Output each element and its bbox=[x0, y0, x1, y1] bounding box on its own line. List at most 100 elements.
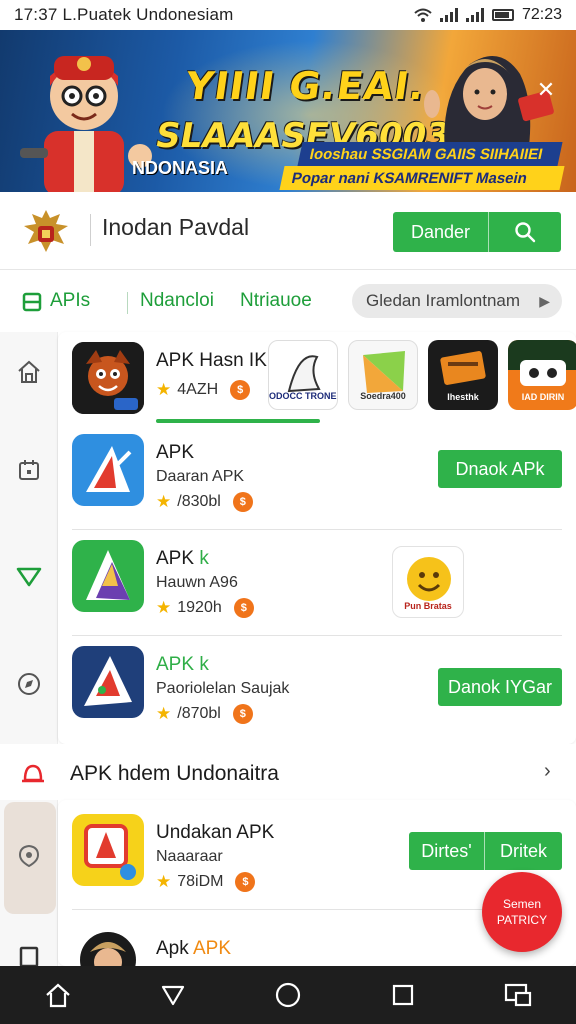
rail-home-icon[interactable] bbox=[0, 348, 58, 396]
split-button-right[interactable]: Dritek bbox=[485, 832, 562, 870]
status-bar: 17:37 L.Puatek Undonesiam 72:23 bbox=[0, 0, 576, 30]
featured-thumbnails: ODOCC TRONEDES Soedra400 Ihesthk IAD DIR… bbox=[268, 340, 576, 410]
chevron-right-icon[interactable]: › bbox=[544, 760, 551, 783]
coin-icon: $ bbox=[232, 704, 253, 724]
app-icon-avatar bbox=[80, 932, 136, 966]
nav-back-icon[interactable] bbox=[144, 966, 202, 1024]
left-rail bbox=[0, 332, 58, 966]
app-rating-value: /830bl bbox=[177, 493, 221, 510]
featured-rating: ★ 4AZH $ bbox=[156, 380, 251, 400]
app-name-prefix: APK bbox=[156, 442, 195, 463]
banner-close-icon[interactable]: ✕ bbox=[530, 74, 562, 106]
app-subtitle: Hauwn A96 bbox=[156, 574, 238, 591]
app-name-prefix: Apk bbox=[156, 938, 189, 959]
fab-line-1: Semen bbox=[502, 897, 542, 911]
app-rating: ★ /870bl $ bbox=[156, 704, 253, 724]
tab-ndancloi[interactable]: Ndancloi bbox=[140, 290, 214, 312]
featured-app-icon bbox=[72, 342, 144, 414]
thumbnail-3[interactable]: Ihesthk bbox=[428, 340, 498, 410]
app-name: Apk APK bbox=[156, 938, 231, 960]
fab-line-2: PATRICY bbox=[496, 913, 548, 927]
status-left-text: 17:37 L.Puatek Undonesiam bbox=[14, 5, 234, 24]
signal-icon-2 bbox=[465, 8, 484, 22]
featured-rating-value: 4AZH bbox=[177, 381, 219, 398]
tab-ntriauoe[interactable]: Ntriauoe bbox=[240, 290, 312, 312]
app-row-2[interactable]: APK k Hauwn A96 ★ 1920h $ bbox=[58, 530, 576, 636]
search-icon[interactable] bbox=[489, 212, 561, 252]
coin-icon: $ bbox=[233, 598, 254, 618]
status-time: 72:23 bbox=[521, 6, 562, 23]
filter-pill[interactable]: Gledan Iramlontnam ▶ bbox=[352, 284, 562, 318]
thumbnail-4[interactable]: IAD DIRIN bbox=[508, 340, 576, 410]
rail-compass-icon[interactable] bbox=[0, 660, 58, 708]
coin-icon: $ bbox=[230, 380, 251, 400]
app-name-prefix: APK bbox=[156, 548, 195, 569]
coin-icon: $ bbox=[235, 872, 256, 892]
app-name-prefix: APK bbox=[156, 654, 195, 675]
coin-icon: $ bbox=[232, 492, 253, 512]
header-divider bbox=[90, 214, 91, 246]
tab-separator bbox=[127, 292, 128, 314]
rail-calendar-icon[interactable] bbox=[0, 446, 58, 494]
bell-icon bbox=[22, 764, 44, 783]
banner-strip-2: Popar nani KSAMRENIFT Masein bbox=[279, 166, 565, 190]
rail-location-icon[interactable] bbox=[0, 832, 58, 880]
app-icon-green-triangle bbox=[72, 540, 144, 612]
app-subtitle: Daaran APK bbox=[156, 468, 245, 485]
app-name: Undakan APK bbox=[156, 822, 275, 843]
section-title: APK hdem Undonaitra bbox=[70, 762, 279, 785]
app-header: Inodan Pavdal Dander bbox=[0, 192, 576, 270]
garuda-emblem-icon bbox=[24, 210, 68, 252]
app-rating: ★ 78iDM $ bbox=[156, 872, 256, 892]
star-icon: ★ bbox=[156, 380, 172, 399]
grid-icon bbox=[22, 292, 42, 312]
nav-recents-icon[interactable] bbox=[374, 966, 432, 1024]
side-promo[interactable]: Pun Bratas bbox=[392, 546, 464, 618]
app-subtitle: Paoriolelan Saujak bbox=[156, 680, 290, 697]
header-title: Inodan Pavdal bbox=[102, 214, 250, 240]
app-icon-blue-a bbox=[72, 434, 144, 506]
download-button-1[interactable]: Dnaok APk bbox=[438, 450, 562, 488]
split-button-left[interactable]: Dirtes' bbox=[409, 832, 485, 870]
nav-home-icon[interactable] bbox=[29, 966, 87, 1024]
promo-banner[interactable]: YIIII G.EAI. SLAAASEV6003! ✕ NDONASIA Io… bbox=[0, 30, 576, 192]
header-button-label[interactable]: Dander bbox=[393, 212, 489, 252]
banner-strip-1: Iooshau SSGIAM GAIIS SIIHAIIEI bbox=[297, 142, 563, 166]
thumbnail-1[interactable]: ODOCC TRONEDES bbox=[268, 340, 338, 410]
rail-document-icon[interactable] bbox=[0, 936, 58, 966]
star-icon: ★ bbox=[156, 704, 172, 723]
battery-icon bbox=[491, 9, 514, 21]
section-header[interactable]: APK hdem Undonaitra › bbox=[0, 744, 576, 800]
app-icon-dark-triangle bbox=[72, 646, 144, 718]
app-rating-value: /870bl bbox=[177, 705, 221, 722]
thumbnail-4-label: IAD DIRIN bbox=[521, 392, 565, 402]
split-download-button[interactable]: Dirtes' Dritek bbox=[409, 832, 562, 870]
tab-apis[interactable]: APIs bbox=[50, 290, 90, 312]
floating-action-button[interactable]: Semen PATRICY bbox=[482, 872, 562, 952]
app-rating: ★ /830bl $ bbox=[156, 492, 253, 512]
thumbnail-2[interactable]: Soedra400 bbox=[348, 340, 418, 410]
star-icon: ★ bbox=[156, 598, 172, 617]
thumbnail-1-label: ODOCC TRONEDES bbox=[269, 391, 337, 401]
app-rating: ★ 1920h $ bbox=[156, 598, 254, 618]
nav-circle-home-icon[interactable] bbox=[259, 966, 317, 1024]
app-subtitle: Naaaraar bbox=[156, 848, 223, 865]
featured-underline bbox=[156, 419, 320, 423]
rail-heart-icon[interactable] bbox=[0, 552, 58, 600]
thumbnail-2-label: Soedra400 bbox=[360, 391, 406, 401]
nav-screen-icon[interactable] bbox=[489, 966, 547, 1024]
signal-icon bbox=[439, 8, 458, 22]
download-button-3[interactable]: Danok IYGar bbox=[438, 668, 562, 706]
app-name: APK k bbox=[156, 654, 209, 676]
app-icon-red-yellow bbox=[72, 814, 144, 886]
app-rating-value: 1920h bbox=[177, 599, 222, 616]
star-icon: ★ bbox=[156, 872, 172, 891]
header-action-button[interactable]: Dander bbox=[393, 212, 561, 252]
app-name-suffix: k bbox=[199, 548, 209, 569]
side-promo-label: Pun Bratas bbox=[404, 601, 452, 611]
system-nav-bar bbox=[0, 966, 576, 1024]
banner-country-label: NDONASIA bbox=[132, 158, 229, 178]
wifi-icon bbox=[414, 8, 432, 22]
app-name-suffix: APK bbox=[192, 938, 232, 959]
star-icon: ★ bbox=[156, 492, 172, 511]
